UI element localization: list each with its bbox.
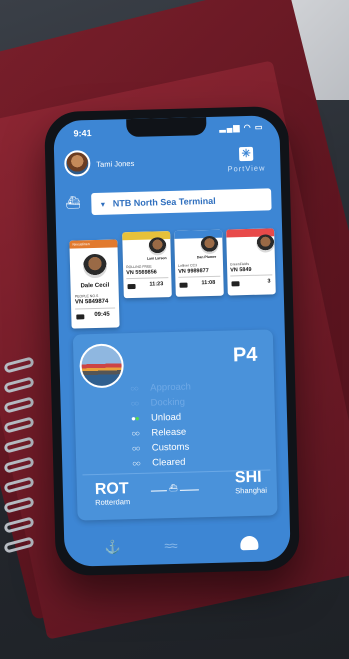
header: Tami Jones ✳ PortView <box>63 143 271 182</box>
card-divider <box>75 307 116 310</box>
status-bar: 9:41 ▂▄▆ ◠ ▭ <box>53 115 279 143</box>
step-dots: ○○ <box>131 443 140 454</box>
origin-city: Rotterdam <box>95 497 131 508</box>
arrival-time: 11:23 <box>149 281 164 288</box>
captain-photo <box>82 253 108 279</box>
step-label: Docking <box>150 396 186 409</box>
step-label: Release <box>151 426 187 439</box>
arrival-time: 09:45 <box>94 311 110 319</box>
arrival-time: 3 <box>267 278 271 285</box>
step-label: Approach <box>150 381 192 394</box>
captain-name: Dale Cecil <box>80 282 110 290</box>
status-icons: ▂▄▆ ◠ ▭ <box>219 122 264 133</box>
user-name: Tami Jones <box>96 158 135 169</box>
route-origin: ROT Rotterdam <box>94 480 131 508</box>
terminal-select[interactable]: ▼ NTB North Sea Terminal <box>91 188 272 216</box>
step-label: Customs <box>151 441 190 454</box>
step-customs: ○○ Customs <box>132 440 193 457</box>
phone: 9:41 ▂▄▆ ◠ ▭ Tami Jones ✳ PortView ⛴ ▼ N… <box>43 105 301 577</box>
berth-number: P4 <box>232 343 258 367</box>
ticket-icon <box>179 282 188 288</box>
app-screen: 9:41 ▂▄▆ ◠ ▭ Tami Jones ✳ PortView ⛴ ▼ N… <box>53 115 291 567</box>
step-release: ○○ Release <box>131 425 192 442</box>
notebook-spiral <box>0 356 40 590</box>
captain-name: Dan Plumer <box>196 254 217 260</box>
card-divider <box>126 277 169 280</box>
vessel-card[interactable]: GreenFields VN 5849 3 <box>226 228 276 296</box>
brand-name: PortView <box>227 163 266 174</box>
tab-waves-icon[interactable]: ≈≈ <box>164 538 177 553</box>
step-approach: ○○ Approach <box>130 380 191 397</box>
card-label: Lolliver CC3 <box>177 263 198 268</box>
step-dots: ○○ <box>130 383 139 394</box>
ticket-icon <box>76 314 85 320</box>
destination-city: Shanghai <box>235 485 268 496</box>
brand-icon: ✳ <box>238 146 254 162</box>
card-label: ROLLING FREE <box>125 264 152 270</box>
card-divider <box>178 275 221 278</box>
vessel-number: VN 5569856 <box>126 269 157 277</box>
captain-photo <box>200 235 219 255</box>
step-cleared: ○○ Cleared <box>132 454 193 471</box>
captain-photo <box>148 237 167 256</box>
terminal-select-value: NTB North Sea Terminal <box>112 195 216 209</box>
route-ship-icon: ⛴ <box>166 483 180 493</box>
step-docking: ○○ Docking <box>130 395 191 412</box>
ship-photo <box>79 343 125 389</box>
step-dots: ○○ <box>131 428 140 439</box>
route-destination: SHI Shanghai <box>234 468 268 496</box>
step-dots: ○○ <box>132 458 140 469</box>
tab-bar: ⚓ ≈≈ <box>64 523 291 567</box>
captain-photo <box>256 234 275 253</box>
tab-anchor-icon[interactable]: ⚓ <box>104 539 121 555</box>
status-steps: ○○ Approach ○○ Docking ●● Unload ○○ Release … <box>130 380 193 472</box>
avatar[interactable] <box>63 150 91 177</box>
card-company: Nexuslinen <box>72 242 90 247</box>
vessel-number: VN 5849874 <box>74 298 109 306</box>
caret-down-icon: ▼ <box>99 201 107 209</box>
vessel-number: VN 9989877 <box>178 268 209 275</box>
vessel-detail-panel[interactable]: P4 ○○ Approach ○○ Docking ●● Unload ○○ Relea… <box>72 329 278 521</box>
card-band: Nexuslinen <box>69 239 118 249</box>
ticket-icon <box>127 283 136 290</box>
step-dots: ○○ <box>130 398 139 409</box>
vessel-card[interactable]: Dan Plumer Lolliver CC3 VN 9989877 11:08 <box>174 229 224 297</box>
card-label: GreenFields <box>229 261 250 267</box>
vessel-card[interactable]: Nexuslinen Dale Cecil PEOPLE NO.S VN 584… <box>69 239 120 329</box>
card-label: PEOPLE NO.S <box>74 293 99 299</box>
tab-captain-icon[interactable] <box>240 535 259 551</box>
terminal-row: ⛴ ▼ NTB North Sea Terminal <box>65 188 272 216</box>
vessel-card[interactable]: Lani Larson ROLLING FREE VN 5569856 11:2… <box>122 231 172 299</box>
card-divider <box>230 274 273 277</box>
step-label: Cleared <box>152 456 186 469</box>
arrival-time: 11:08 <box>201 279 216 287</box>
ticket-icon <box>231 281 240 287</box>
step-dots: ●● <box>130 413 139 424</box>
status-time: 9:41 <box>73 128 92 139</box>
destination-code: SHI <box>234 468 262 487</box>
step-label: Unload <box>150 411 182 424</box>
captain-name: Lani Larson <box>146 256 167 261</box>
origin-code: ROT <box>94 480 129 499</box>
vessel-cards: Nexuslinen Dale Cecil PEOPLE NO.S VN 584… <box>64 225 291 331</box>
step-unload: ●● Unload <box>131 410 192 427</box>
brand-logo[interactable]: ✳ PortView <box>222 143 271 173</box>
ship-icon: ⛴ <box>65 195 81 210</box>
vessel-number: VN 5849 <box>230 266 252 274</box>
